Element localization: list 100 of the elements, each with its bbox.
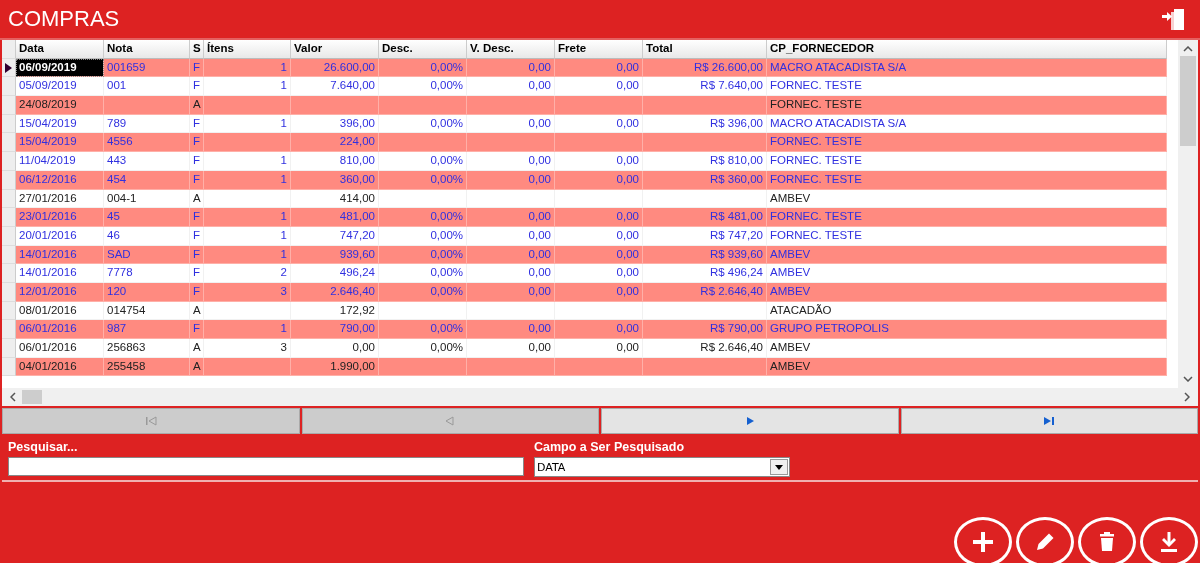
table-cell: 0,00 — [467, 264, 555, 283]
table-cell: 496,24 — [291, 264, 379, 283]
column-header[interactable]: Nota — [104, 40, 190, 59]
table-cell: 7.640,00 — [291, 77, 379, 97]
last-page-icon — [1042, 416, 1057, 426]
table-cell: 481,00 — [291, 208, 379, 227]
scroll-left-icon[interactable] — [10, 392, 16, 402]
table-cell: 0,00% — [379, 152, 467, 171]
table-cell: 810,00 — [291, 152, 379, 171]
table-cell: 0,00 — [467, 320, 555, 339]
table-cell: 987 — [104, 320, 190, 339]
table-cell: GRUPO PETROPOLIS — [767, 320, 1167, 339]
exit-icon[interactable] — [1160, 6, 1186, 32]
table-cell: 0,00 — [291, 339, 379, 358]
table-cell: 23/01/2016 — [16, 208, 104, 227]
search-field[interactable] — [8, 457, 524, 476]
table-cell: 1 — [204, 320, 291, 339]
table-cell: 256863 — [104, 339, 190, 358]
column-header[interactable]: Ítens — [204, 40, 291, 59]
table-cell: 05/09/2019 — [16, 77, 104, 97]
column-header[interactable]: Valor — [291, 40, 379, 59]
table-cell: R$ 496,24 — [643, 264, 767, 283]
table-cell: 0,00 — [467, 208, 555, 227]
table-cell: FORNEC. TESTE — [767, 133, 1167, 153]
table-cell: F — [190, 133, 204, 153]
table-cell: 790,00 — [291, 320, 379, 339]
column-header[interactable]: Desc. — [379, 40, 467, 59]
table-cell: 0,00% — [379, 320, 467, 339]
field-dropdown[interactable]: DATA — [534, 457, 790, 477]
table-cell: AMBEV — [767, 339, 1167, 358]
table-cell: 2 — [204, 264, 291, 283]
table-cell: 0,00 — [555, 339, 643, 358]
table-cell: 06/01/2016 — [16, 320, 104, 339]
column-header[interactable]: Data — [16, 40, 104, 59]
scroll-right-icon[interactable] — [1184, 392, 1190, 402]
table-cell: F — [190, 208, 204, 227]
table-cell: 0,00 — [467, 339, 555, 358]
window-title: COMPRAS — [8, 6, 120, 32]
table-cell: 0,00% — [379, 339, 467, 358]
column-header[interactable]: S — [190, 40, 204, 59]
table-cell: FORNEC. TESTE — [767, 96, 1167, 115]
next-button[interactable] — [601, 408, 899, 434]
table-cell: 0,00% — [379, 208, 467, 227]
scrollbar-thumb[interactable] — [1180, 56, 1196, 146]
column-header[interactable]: CP_FORNECEDOR — [767, 40, 1167, 59]
table-cell: 0,00% — [379, 77, 467, 97]
table-cell: FORNEC. TESTE — [767, 152, 1167, 171]
scrollbar-thumb[interactable] — [22, 390, 42, 404]
table-cell: 4556 — [104, 133, 190, 153]
table-cell: 7778 — [104, 264, 190, 283]
table-cell: 443 — [104, 152, 190, 171]
table-cell: 0,00 — [555, 77, 643, 97]
table-cell: 06/01/2016 — [16, 339, 104, 358]
edit-button[interactable] — [1016, 517, 1074, 563]
table-cell: 3 — [204, 339, 291, 358]
table-cell: 0,00 — [555, 320, 643, 339]
table-cell: A — [190, 339, 204, 358]
table-cell: R$ 7.640,00 — [643, 77, 767, 97]
current-row-icon — [5, 62, 12, 73]
scroll-down-icon[interactable] — [1183, 376, 1193, 382]
table-cell: 1 — [204, 208, 291, 227]
table-cell: 224,00 — [291, 133, 379, 153]
download-button[interactable] — [1140, 517, 1198, 563]
table-cell: AMBEV — [767, 264, 1167, 283]
table-cell: R$ 481,00 — [643, 208, 767, 227]
table-cell: 45 — [104, 208, 190, 227]
table-cell: A — [190, 96, 204, 115]
table-cell: F — [190, 320, 204, 339]
table-cell: FORNEC. TESTE — [767, 77, 1167, 97]
table-cell: 0,00 — [467, 77, 555, 97]
table-cell: 1 — [204, 152, 291, 171]
search-label: Pesquisar... — [8, 440, 79, 456]
add-button[interactable] — [954, 517, 1012, 563]
table-cell: 001 — [104, 77, 190, 97]
column-header[interactable]: Total — [643, 40, 767, 59]
delete-button[interactable] — [1078, 517, 1136, 563]
table-cell: 0,00 — [555, 264, 643, 283]
first-page-icon — [143, 416, 158, 426]
column-header[interactable]: Frete — [555, 40, 643, 59]
table-cell: 15/04/2019 — [16, 133, 104, 153]
table-cell: F — [190, 152, 204, 171]
column-header[interactable]: V. Desc. — [467, 40, 555, 59]
table-cell: R$ 790,00 — [643, 320, 767, 339]
scroll-up-icon[interactable] — [1183, 46, 1193, 52]
last-button[interactable] — [900, 408, 1198, 434]
field-label: Campo a Ser Pesquisado — [534, 440, 686, 456]
table-cell: 0,00 — [467, 152, 555, 171]
table-cell: R$ 810,00 — [643, 152, 767, 171]
table-cell: F — [190, 77, 204, 97]
table-cell: 0,00 — [555, 208, 643, 227]
table-cell: 1 — [204, 77, 291, 97]
table-cell: 0,00 — [555, 152, 643, 171]
dropdown-arrow-icon — [775, 464, 783, 470]
table-cell: 11/04/2019 — [16, 152, 104, 171]
table-cell: 24/08/2019 — [16, 96, 104, 115]
table-cell: 14/01/2016 — [16, 264, 104, 283]
header-corner — [2, 40, 16, 59]
table-cell: F — [190, 264, 204, 283]
table-cell: 0,00% — [379, 264, 467, 283]
table-cell: FORNEC. TESTE — [767, 208, 1167, 227]
